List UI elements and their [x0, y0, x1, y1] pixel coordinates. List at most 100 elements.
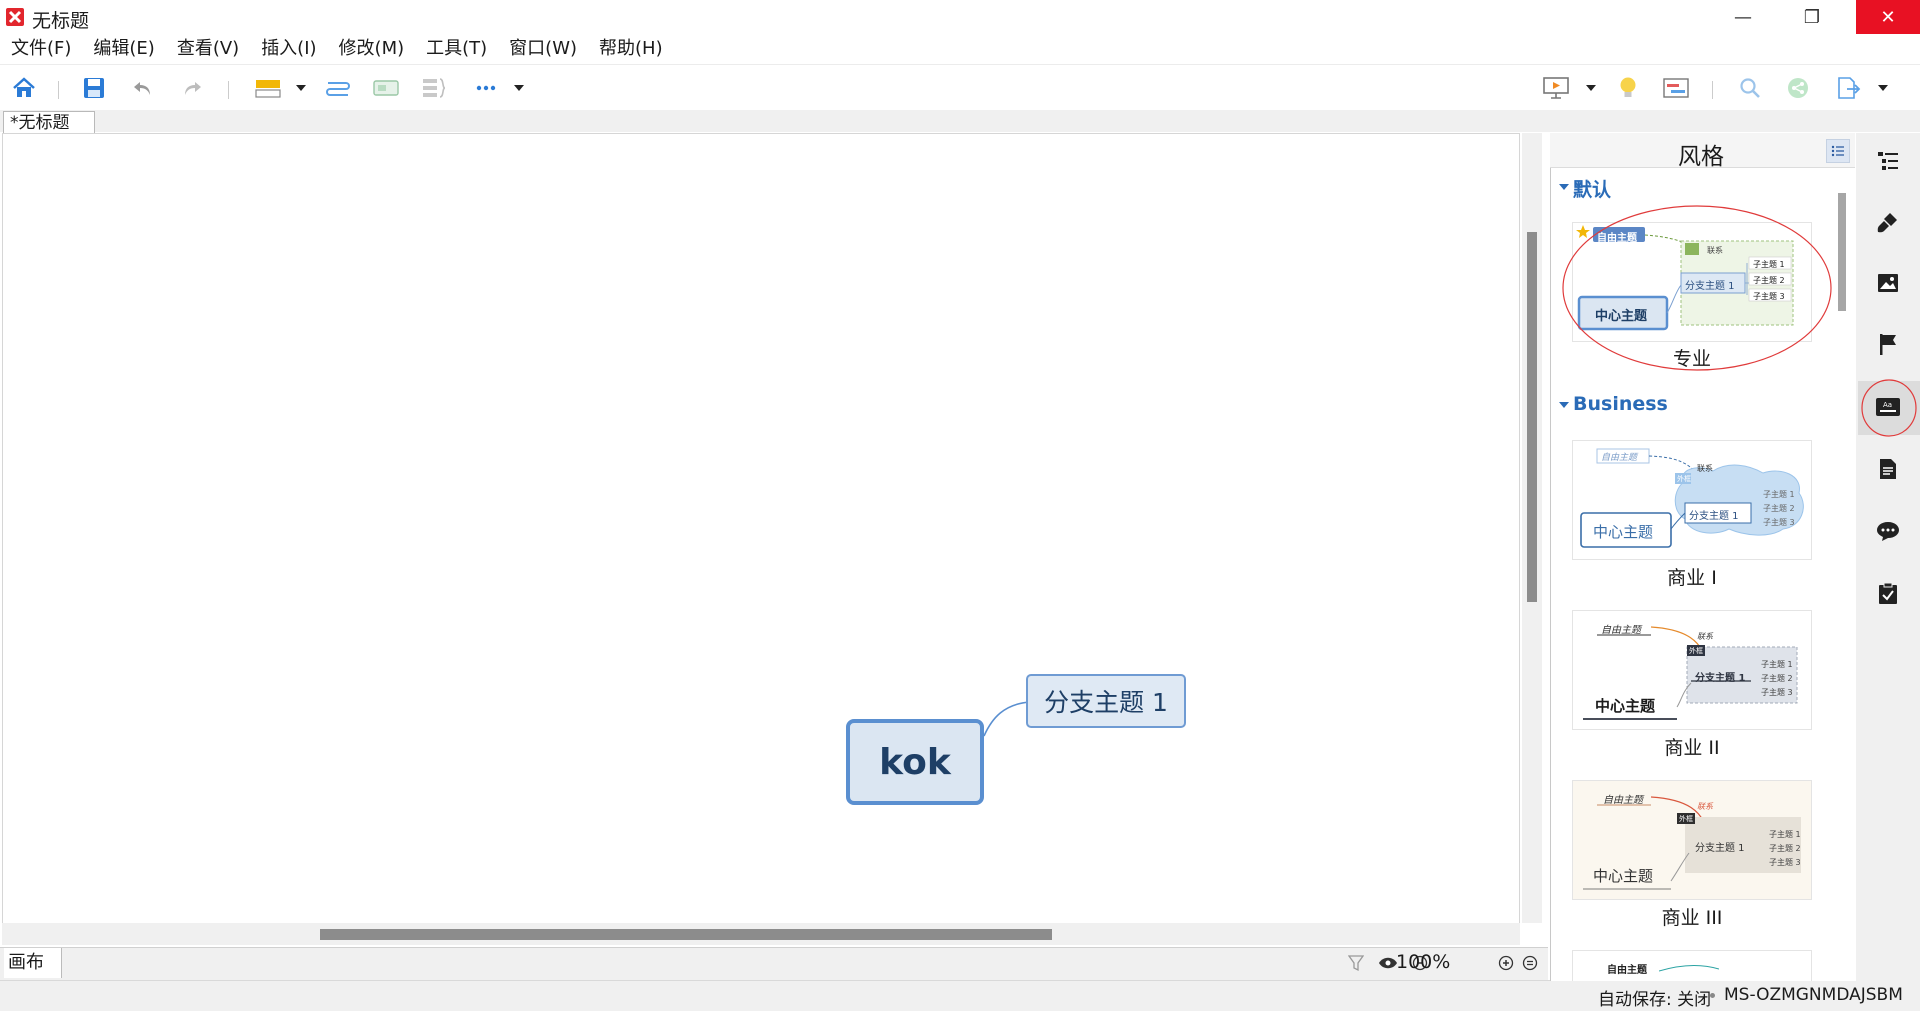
preview-central: 中心主题: [1593, 867, 1654, 885]
zoom-level: 100%: [1396, 951, 1451, 973]
separator-dot-icon: [1710, 993, 1715, 998]
preview-boundary: 外框: [1679, 815, 1693, 823]
menu-help[interactable]: 帮助(H): [588, 34, 674, 64]
preview-central: 中心主题: [1595, 697, 1656, 715]
status-bar: [0, 947, 1548, 980]
menu-modify[interactable]: 修改(M): [328, 34, 416, 64]
xmind-logo-icon: [6, 8, 24, 26]
comments-icon[interactable]: [1871, 514, 1905, 548]
style-thumb-business-2[interactable]: 自由主题 联系 外框 分支主题 1 子主题 1 子主题 2 子主题 3 中心主题: [1572, 610, 1812, 730]
preview-boundary: 外框: [1689, 647, 1703, 655]
summary-icon[interactable]: [418, 72, 450, 104]
title-bar: [0, 0, 1920, 34]
panel-menu-button[interactable]: [1826, 139, 1850, 163]
right-icon-rail: [1856, 133, 1920, 981]
canvas-horizontal-scroll-thumb[interactable]: [320, 929, 1052, 940]
tab-strip: [0, 110, 1920, 132]
preview-free-topic: 自由主题: [1601, 625, 1641, 636]
style-thumb-business-3[interactable]: 自由主题 联系 外框 分支主题 1 子主题 1 子主题 2 子主题 3 中心主题: [1572, 780, 1812, 900]
preview-sub-2: 子主题 2: [1763, 504, 1795, 513]
preview-free-topic: 自由主题: [1601, 453, 1638, 463]
preview-sub-3: 子主题 3: [1763, 518, 1795, 527]
preview-relation: 联系: [1697, 632, 1713, 641]
preview-sub-1: 子主题 1: [1763, 490, 1795, 499]
outline-icon[interactable]: [1871, 144, 1905, 178]
preview-sub-2: 子主题 2: [1761, 674, 1793, 683]
filter-icon[interactable]: [1346, 952, 1366, 974]
task-icon[interactable]: [1871, 576, 1905, 610]
canvas-vertical-scroll-thumb[interactable]: [1527, 232, 1537, 602]
presentation-dropdown-icon[interactable]: [1584, 72, 1598, 104]
preview-sub-3: 子主题 3: [1761, 688, 1793, 697]
preview-sub-3: 子主题 3: [1769, 858, 1801, 867]
visibility-icon[interactable]: [1378, 952, 1398, 974]
highlight-circle: [1861, 379, 1917, 437]
home-icon[interactable]: [8, 72, 40, 104]
save-icon[interactable]: [78, 72, 110, 104]
preview-central: 中心主题: [1593, 523, 1654, 541]
sheet-tab[interactable]: 画布 1: [4, 948, 62, 1003]
preview-relation: 联系: [1697, 464, 1713, 473]
section-default-title[interactable]: 默认: [1573, 175, 1611, 202]
preview-sub-2: 子主题 2: [1769, 844, 1801, 853]
central-topic[interactable]: kok: [846, 719, 984, 805]
menu-edit[interactable]: 编辑(E): [82, 34, 165, 64]
redo-icon[interactable]: [176, 72, 208, 104]
highlight-circle: [1562, 205, 1832, 371]
brainstorm-icon[interactable]: [1612, 72, 1644, 104]
preview-free-topic: 自由主题: [1607, 965, 1647, 976]
undo-icon[interactable]: [127, 72, 159, 104]
menu-view[interactable]: 查看(V): [166, 34, 250, 64]
section-collapse-icon[interactable]: [1559, 402, 1569, 408]
topic-icon[interactable]: [252, 72, 284, 104]
branch-topic[interactable]: 分支主题 1: [1026, 674, 1186, 728]
share-icon[interactable]: [1782, 72, 1814, 104]
zoom-in-icon[interactable]: [1496, 952, 1516, 974]
toolbar: [0, 64, 1920, 111]
preview-sub-1: 子主题 1: [1769, 830, 1801, 839]
more-dropdown-icon[interactable]: [512, 72, 526, 104]
style-panel-title: 风格: [1678, 144, 1724, 170]
fit-map-icon[interactable]: [1520, 952, 1540, 974]
branch-connector: [983, 701, 1031, 737]
export-icon[interactable]: [1832, 72, 1864, 104]
style-label-business-1: 商业 I: [1667, 567, 1717, 589]
search-icon[interactable]: [1734, 72, 1766, 104]
notes-icon[interactable]: [1871, 452, 1905, 486]
style-thumb-business-1[interactable]: 自由主题 联系 外框 分支主题 1 子主题 1 子主题 2 子主题 3 中心主题: [1572, 440, 1812, 560]
preview-branch: 分支主题 1: [1695, 673, 1746, 684]
presentation-icon[interactable]: [1540, 72, 1572, 104]
menu-file[interactable]: 文件(F): [0, 34, 82, 64]
topic-dropdown-icon[interactable]: [294, 72, 308, 104]
window-title: 无标题: [32, 10, 90, 32]
style-panel-scroll-thumb[interactable]: [1838, 193, 1846, 311]
autosave-status[interactable]: 自动保存: 关闭: [1598, 985, 1711, 1010]
gantt-icon[interactable]: [1660, 72, 1692, 104]
section-business-title[interactable]: Business: [1573, 393, 1668, 415]
more-icon[interactable]: [470, 72, 502, 104]
style-thumb-business-4[interactable]: 自由主题: [1572, 950, 1812, 981]
preview-free-topic: 自由主题: [1603, 795, 1643, 806]
image-icon[interactable]: [1871, 266, 1905, 300]
marker-icon[interactable]: [1871, 327, 1905, 361]
menu-tools[interactable]: 工具(T): [415, 34, 498, 64]
preview-branch: 分支主题 1: [1689, 511, 1739, 522]
restore-button[interactable]: ❐: [1783, 0, 1841, 34]
preview-relation: 联系: [1697, 802, 1713, 811]
boundary-icon[interactable]: [370, 72, 402, 104]
minimize-button[interactable]: —: [1714, 0, 1772, 34]
menu-window[interactable]: 窗口(W): [498, 34, 588, 64]
close-button[interactable]: ✕: [1856, 0, 1920, 34]
preview-branch: 分支主题 1: [1695, 843, 1745, 854]
document-tab[interactable]: *无标题: [3, 111, 95, 134]
menu-bar: 文件(F) 编辑(E) 查看(V) 插入(I) 修改(M) 工具(T) 窗口(W…: [0, 34, 674, 64]
export-dropdown-icon[interactable]: [1876, 72, 1890, 104]
menu-insert[interactable]: 插入(I): [250, 34, 327, 64]
relationship-icon[interactable]: [322, 72, 354, 104]
format-brush-icon[interactable]: [1871, 205, 1905, 239]
preview-boundary: 外框: [1677, 475, 1691, 483]
section-collapse-icon[interactable]: [1559, 184, 1569, 190]
style-label-business-2: 商业 II: [1664, 737, 1720, 759]
style-label-business-3: 商业 III: [1661, 907, 1723, 929]
mindmap-canvas[interactable]: [2, 133, 1520, 945]
